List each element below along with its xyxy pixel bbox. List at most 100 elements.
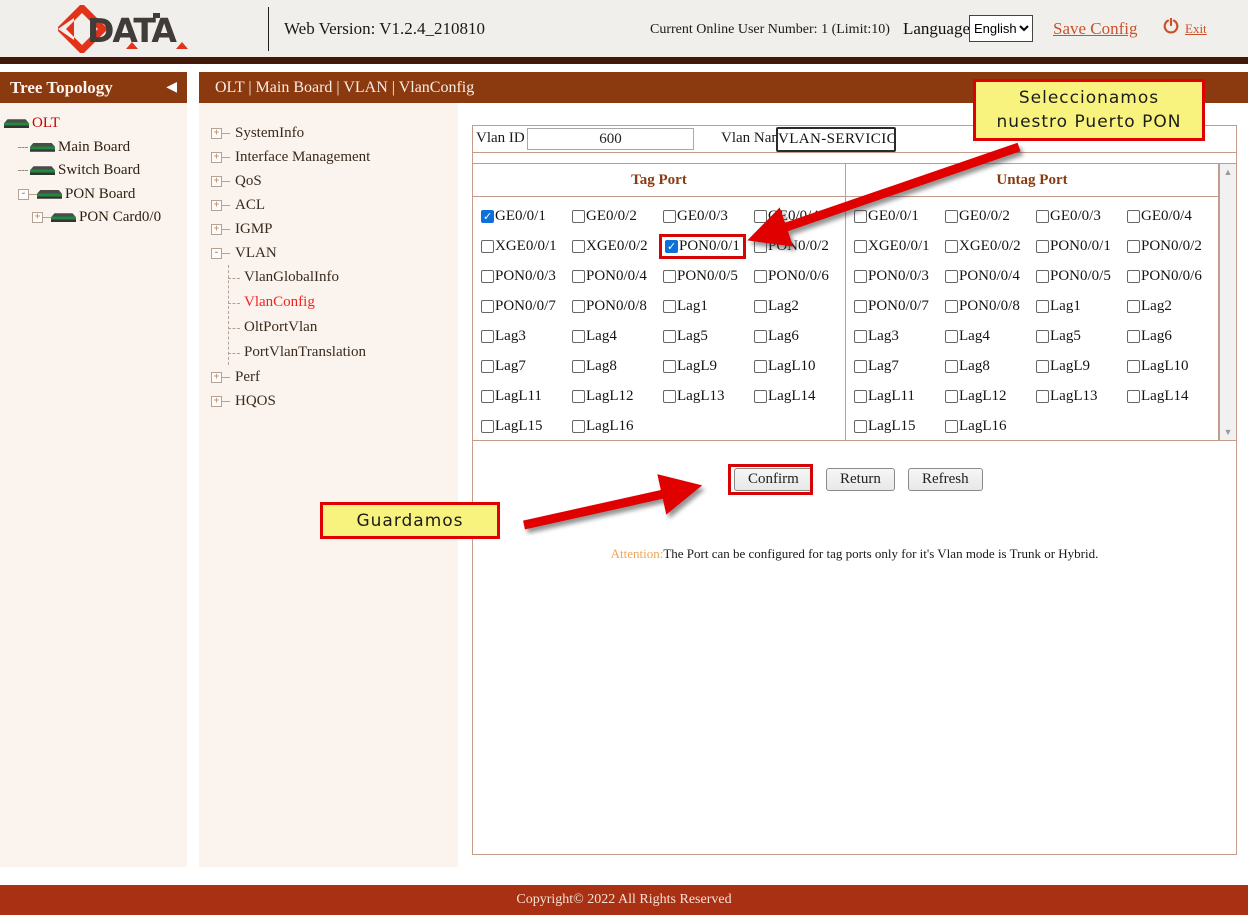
untag-port-checkbox-pon0-0-1[interactable] xyxy=(1036,240,1049,253)
tag-port-ge0-0-2[interactable]: GE0/0/2 xyxy=(572,201,663,231)
tree-expander-pon-card0-0[interactable]: + xyxy=(32,212,43,223)
tag-port-checkbox-lagl12[interactable] xyxy=(572,390,585,403)
menu-subitem-portvlantranslation[interactable]: PortVlanTranslation xyxy=(228,340,458,365)
tag-port-checkbox-lagl13[interactable] xyxy=(663,390,676,403)
untag-port-lag7[interactable]: Lag7 xyxy=(854,351,945,381)
tag-port-checkbox-lag7[interactable] xyxy=(481,360,494,373)
untag-port-lagl12[interactable]: LagL12 xyxy=(945,381,1036,411)
scroll-up-icon[interactable]: ▲ xyxy=(1220,167,1236,177)
tag-port-checkbox-lagl15[interactable] xyxy=(481,420,494,433)
untag-port-lagl9[interactable]: LagL9 xyxy=(1036,351,1127,381)
tag-port-lag4[interactable]: Lag4 xyxy=(572,321,663,351)
menu-subitem-label[interactable]: VlanConfig xyxy=(244,294,315,311)
untag-port-checkbox-lagl15[interactable] xyxy=(854,420,867,433)
untag-port-lagl16[interactable]: LagL16 xyxy=(945,411,1036,441)
tag-port-pon0-0-5[interactable]: PON0/0/5 xyxy=(663,261,754,291)
menu-expander-acl[interactable]: + xyxy=(211,200,222,211)
tag-port-checkbox-pon0-0-2[interactable] xyxy=(754,240,767,253)
tag-port-lagl13[interactable]: LagL13 xyxy=(663,381,754,411)
untag-port-pon0-0-7[interactable]: PON0/0/7 xyxy=(854,291,945,321)
untag-port-checkbox-lag8[interactable] xyxy=(945,360,958,373)
untag-port-checkbox-lag4[interactable] xyxy=(945,330,958,343)
sidebar-collapse-icon[interactable]: ◀ xyxy=(166,79,177,96)
untag-port-lagl10[interactable]: LagL10 xyxy=(1127,351,1218,381)
untag-port-checkbox-ge0-0-4[interactable] xyxy=(1127,210,1140,223)
tag-port-checkbox-ge0-0-4[interactable] xyxy=(754,210,767,223)
tree-item-label[interactable]: PON Board xyxy=(65,186,135,203)
menu-item-label[interactable]: QoS xyxy=(235,173,262,190)
untag-port-lag2[interactable]: Lag2 xyxy=(1127,291,1218,321)
untag-port-lag8[interactable]: Lag8 xyxy=(945,351,1036,381)
tag-port-checkbox-pon0-0-3[interactable] xyxy=(481,270,494,283)
untag-port-checkbox-lag3[interactable] xyxy=(854,330,867,343)
tag-port-lag6[interactable]: Lag6 xyxy=(754,321,845,351)
untag-port-pon0-0-5[interactable]: PON0/0/5 xyxy=(1036,261,1127,291)
menu-expander-vlan[interactable]: - xyxy=(211,248,222,259)
tag-port-xge0-0-1[interactable]: XGE0/0/1 xyxy=(481,231,572,261)
untag-port-ge0-0-2[interactable]: GE0/0/2 xyxy=(945,201,1036,231)
menu-item-label[interactable]: VLAN xyxy=(235,245,277,262)
menu-subitem-oltportvlan[interactable]: OltPortVlan xyxy=(228,315,458,340)
tag-port-checkbox-lag8[interactable] xyxy=(572,360,585,373)
return-button[interactable]: Return xyxy=(826,468,895,491)
untag-port-checkbox-lagl10[interactable] xyxy=(1127,360,1140,373)
tag-port-pon0-0-7[interactable]: PON0/0/7 xyxy=(481,291,572,321)
tag-port-checkbox-pon0-0-5[interactable] xyxy=(663,270,676,283)
tag-port-lag5[interactable]: Lag5 xyxy=(663,321,754,351)
menu-item-interface-management[interactable]: +Interface Management xyxy=(211,145,458,169)
untag-port-lagl14[interactable]: LagL14 xyxy=(1127,381,1218,411)
tree-item-pon-card0-0[interactable]: +PON Card0/0 xyxy=(32,206,187,230)
tag-port-pon0-0-6[interactable]: PON0/0/6 xyxy=(754,261,845,291)
tag-port-lagl12[interactable]: LagL12 xyxy=(572,381,663,411)
untag-port-ge0-0-4[interactable]: GE0/0/4 xyxy=(1127,201,1218,231)
menu-subitem-label[interactable]: OltPortVlan xyxy=(244,319,317,336)
menu-subitem-vlanglobalinfo[interactable]: VlanGlobalInfo xyxy=(228,265,458,290)
vlan-name-input[interactable] xyxy=(776,127,896,152)
menu-expander-igmp[interactable]: + xyxy=(211,224,222,235)
tag-port-checkbox-lag6[interactable] xyxy=(754,330,767,343)
menu-item-qos[interactable]: +QoS xyxy=(211,169,458,193)
menu-expander-systeminfo[interactable]: + xyxy=(211,128,222,139)
menu-subitem-vlanconfig[interactable]: VlanConfig xyxy=(228,290,458,315)
tag-port-pon0-0-4[interactable]: PON0/0/4 xyxy=(572,261,663,291)
untag-port-checkbox-ge0-0-1[interactable] xyxy=(854,210,867,223)
tag-port-checkbox-ge0-0-2[interactable] xyxy=(572,210,585,223)
untag-port-checkbox-lagl14[interactable] xyxy=(1127,390,1140,403)
untag-port-pon0-0-3[interactable]: PON0/0/3 xyxy=(854,261,945,291)
tag-port-checkbox-pon0-0-4[interactable] xyxy=(572,270,585,283)
tag-port-checkbox-lag2[interactable] xyxy=(754,300,767,313)
untag-port-checkbox-lag5[interactable] xyxy=(1036,330,1049,343)
tag-port-checkbox-lag4[interactable] xyxy=(572,330,585,343)
menu-item-label[interactable]: SystemInfo xyxy=(235,125,304,142)
tag-port-lagl15[interactable]: LagL15 xyxy=(481,411,572,441)
tag-port-ge0-0-3[interactable]: GE0/0/3 xyxy=(663,201,754,231)
untag-port-pon0-0-1[interactable]: PON0/0/1 xyxy=(1036,231,1127,261)
tag-port-pon0-0-2[interactable]: PON0/0/2 xyxy=(754,231,845,261)
untag-port-checkbox-lagl11[interactable] xyxy=(854,390,867,403)
menu-item-igmp[interactable]: + IGMP xyxy=(211,217,458,241)
refresh-button[interactable]: Refresh xyxy=(908,468,983,491)
untag-port-checkbox-lagl9[interactable] xyxy=(1036,360,1049,373)
scroll-down-icon[interactable]: ▼ xyxy=(1220,427,1236,437)
untag-port-checkbox-lag7[interactable] xyxy=(854,360,867,373)
untag-port-checkbox-pon0-0-7[interactable] xyxy=(854,300,867,313)
menu-subitem-label[interactable]: PortVlanTranslation xyxy=(244,344,366,361)
tag-port-checkbox-pon0-0-7[interactable] xyxy=(481,300,494,313)
menu-item-label[interactable]: Interface Management xyxy=(235,149,370,166)
menu-expander-hqos[interactable]: + xyxy=(211,396,222,407)
untag-port-checkbox-xge0-0-1[interactable] xyxy=(854,240,867,253)
port-table-scrollbar[interactable]: ▲ ▼ xyxy=(1219,164,1236,440)
menu-item-label[interactable]: IGMP xyxy=(235,221,273,238)
tag-port-lag7[interactable]: Lag7 xyxy=(481,351,572,381)
tree-item-label[interactable]: Main Board xyxy=(58,139,130,156)
tag-port-checkbox-xge0-0-1[interactable] xyxy=(481,240,494,253)
tree-item-olt[interactable]: OLT xyxy=(4,112,187,136)
menu-item-hqos[interactable]: +HQOS xyxy=(211,389,458,413)
tag-port-xge0-0-2[interactable]: XGE0/0/2 xyxy=(572,231,663,261)
tag-port-lag1[interactable]: Lag1 xyxy=(663,291,754,321)
untag-port-lagl13[interactable]: LagL13 xyxy=(1036,381,1127,411)
untag-port-checkbox-lagl16[interactable] xyxy=(945,420,958,433)
tag-port-checkbox-lagl16[interactable] xyxy=(572,420,585,433)
tag-port-checkbox-lag3[interactable] xyxy=(481,330,494,343)
language-select[interactable]: English xyxy=(969,15,1033,42)
